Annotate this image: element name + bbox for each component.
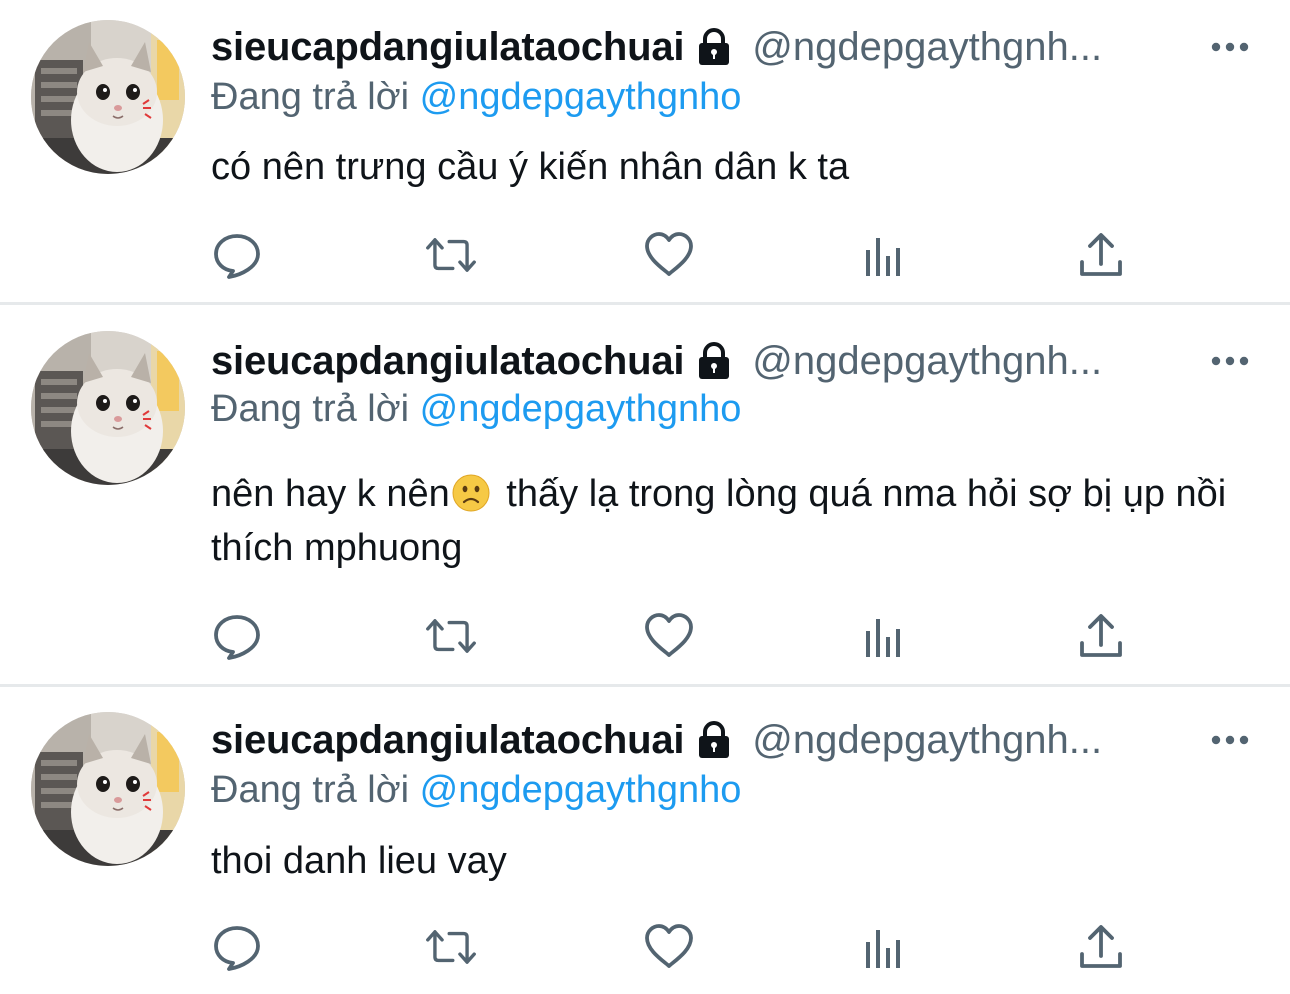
reply-icon[interactable] (212, 922, 262, 972)
tweet-header: sieucapdangiulataochuai @ngdepgaythgnh..… (211, 715, 1250, 765)
share-icon[interactable] (1076, 922, 1126, 972)
lock-icon (694, 341, 734, 381)
reply-mention-link[interactable]: @ngdepgaythgnho (420, 76, 742, 118)
cat-avatar-image (31, 331, 185, 485)
tweet-text: nên hay k nên thấy lạ trong lòng quá nma… (211, 467, 1241, 575)
tweet[interactable]: sieucapdangiulataochuai @ngdepgaythgnh..… (0, 0, 1290, 303)
reply-prefix: Đang trả lời (211, 769, 410, 811)
display-name[interactable]: sieucapdangiulataochuai (211, 718, 684, 763)
cat-avatar-image (31, 712, 185, 866)
action-bar (212, 922, 1132, 974)
more-icon[interactable] (1210, 37, 1250, 57)
stats-icon[interactable] (860, 922, 910, 972)
stats-icon[interactable] (860, 230, 910, 280)
lock-icon (694, 27, 734, 67)
more-icon[interactable] (1210, 730, 1250, 750)
retweet-icon[interactable] (426, 611, 476, 661)
reply-context: Đang trả lời @ngdepgaythgnho (211, 769, 741, 812)
handle[interactable]: @ngdepgaythgnh... (752, 25, 1188, 70)
cat-avatar-image (31, 20, 185, 174)
display-name[interactable]: sieucapdangiulataochuai (211, 25, 684, 70)
tweet-text-part: nên hay k nên (211, 473, 450, 515)
reply-context: Đang trả lời @ngdepgaythgnho (211, 76, 741, 119)
avatar[interactable] (31, 331, 185, 485)
share-icon[interactable] (1076, 611, 1126, 661)
reply-context: Đang trả lời @ngdepgaythgnho (211, 388, 741, 431)
retweet-icon[interactable] (426, 230, 476, 280)
like-icon[interactable] (644, 230, 694, 280)
tweet-text: thoi danh lieu vay (211, 840, 507, 882)
tweet-header: sieucapdangiulataochuai @ngdepgaythgnh..… (211, 336, 1250, 386)
slightly-frowning-face-icon (452, 474, 490, 512)
handle[interactable]: @ngdepgaythgnh... (752, 339, 1188, 384)
reply-mention-link[interactable]: @ngdepgaythgnho (420, 388, 742, 430)
action-bar (212, 611, 1132, 663)
action-bar (212, 230, 1132, 282)
reply-icon[interactable] (212, 611, 262, 661)
share-icon[interactable] (1076, 230, 1126, 280)
handle[interactable]: @ngdepgaythgnh... (752, 718, 1188, 763)
like-icon[interactable] (644, 922, 694, 972)
tweet-header: sieucapdangiulataochuai @ngdepgaythgnh..… (211, 22, 1250, 72)
tweet[interactable]: sieucapdangiulataochuai @ngdepgaythgnh..… (0, 303, 1290, 684)
reply-icon[interactable] (212, 230, 262, 280)
reply-prefix: Đang trả lời (211, 76, 410, 118)
lock-icon (694, 720, 734, 760)
reply-prefix: Đang trả lời (211, 388, 410, 430)
like-icon[interactable] (644, 611, 694, 661)
tweet-text: có nên trưng cầu ý kiến nhân dân k ta (211, 146, 850, 188)
tweet[interactable]: sieucapdangiulataochuai @ngdepgaythgnh..… (0, 684, 1290, 994)
avatar[interactable] (31, 712, 185, 866)
stats-icon[interactable] (860, 611, 910, 661)
avatar[interactable] (31, 20, 185, 174)
display-name[interactable]: sieucapdangiulataochuai (211, 339, 684, 384)
retweet-icon[interactable] (426, 922, 476, 972)
more-icon[interactable] (1210, 351, 1250, 371)
reply-mention-link[interactable]: @ngdepgaythgnho (420, 769, 742, 811)
